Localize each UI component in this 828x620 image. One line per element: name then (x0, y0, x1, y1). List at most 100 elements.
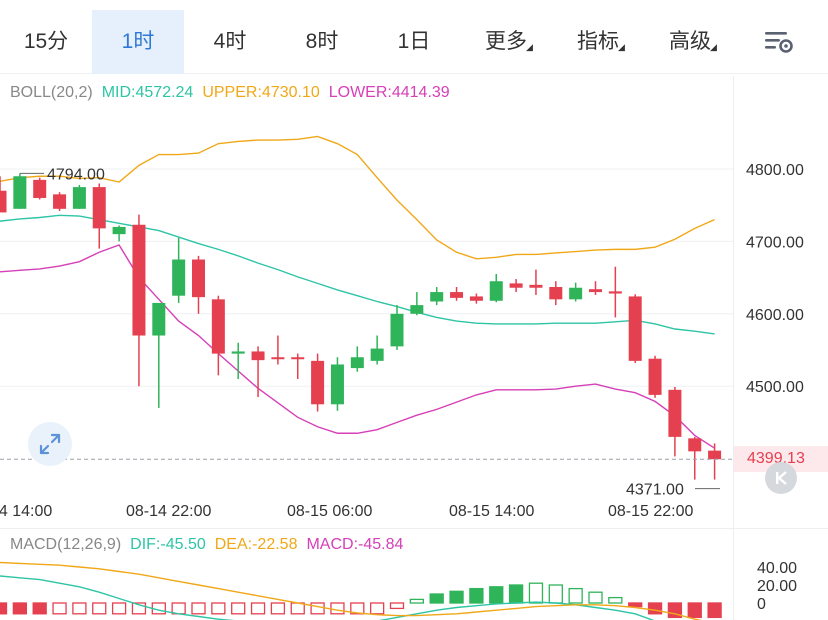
macd-histogram-bar (310, 602, 325, 615)
x-tick-label: 08-15 06:00 (287, 503, 373, 520)
candle-body (589, 289, 602, 293)
macd-histogram-bar (171, 602, 186, 615)
tab-indicators-dropdown[interactable]: 指标 ◢ (552, 10, 644, 74)
macd-histogram-bar (707, 602, 722, 619)
macd-histogram-bar (409, 598, 425, 604)
macd-histogram-bar (429, 593, 444, 604)
expand-arrows-icon (39, 433, 61, 455)
skip-to-end-icon (776, 471, 787, 485)
candlestick-chart[interactable]: 4800.00 4700.00 4600.00 4500.00 14 14:00 08-1… (0, 76, 828, 526)
tab-8h[interactable]: 8时 (276, 10, 368, 74)
dropdown-triangle-icon: ◢ (710, 42, 717, 52)
tab-label: 1时 (121, 30, 155, 53)
tab-15min[interactable]: 15分 (0, 10, 92, 74)
macd-histogram-bar (231, 602, 246, 615)
x-tick-label: 08-15 22:00 (608, 503, 694, 520)
timeframe-tabbar: 15分 1时 4时 8时 1日 更多 ◢ 指标 ◢ 高级 ◢ (0, 0, 828, 74)
fullscreen-button[interactable] (28, 422, 72, 466)
macd-histogram-bar (72, 602, 87, 615)
candle-body (549, 287, 563, 300)
scroll-to-latest-button[interactable] (765, 462, 797, 494)
boll-upper-line (0, 135, 715, 260)
y-tick-label: 4600.00 (746, 307, 804, 324)
tab-label: 15分 (23, 30, 69, 53)
macd-name: MACD(12,26,9) (10, 536, 122, 553)
macd-histogram-bar (469, 587, 484, 604)
candle-body (92, 187, 106, 229)
macd-y-tick-label: 0 (757, 596, 766, 613)
y-tick-label: 4700.00 (746, 234, 804, 251)
macd-histogram-bar (548, 584, 563, 604)
tab-label: 1日 (397, 30, 431, 53)
x-tick-label: 08-15 14:00 (449, 503, 535, 520)
macd-histogram-bar (647, 602, 663, 615)
candle-body (172, 259, 186, 296)
panel-divider (0, 528, 828, 529)
tab-1d[interactable]: 1日 (368, 10, 460, 74)
candle-body (132, 224, 146, 336)
macd-histogram-bar (508, 584, 524, 604)
macd-histogram-bar (290, 602, 305, 615)
macd-histogram-bar (628, 602, 643, 608)
candle-body (291, 357, 305, 360)
candle-body (350, 357, 364, 369)
tab-more-dropdown[interactable]: 更多 ◢ (460, 10, 552, 74)
macd-histogram-bar (687, 602, 702, 619)
candle-body (628, 296, 642, 361)
candle-body (311, 360, 325, 405)
candle-body (112, 226, 126, 235)
candle-body (410, 305, 424, 314)
macd-y-tick-label: 40.00 (757, 560, 797, 577)
candle-body (211, 299, 225, 354)
macd-histogram-bar (449, 590, 464, 604)
macd-histogram-bar (270, 602, 286, 615)
macd-histogram-bar (250, 602, 266, 615)
tab-1h[interactable]: 1时 (92, 10, 184, 74)
min-price-label: 4371.00 (626, 482, 684, 499)
tab-advanced-dropdown[interactable]: 高级 ◢ (644, 10, 736, 74)
candle-body (330, 364, 344, 405)
macd-dif-value: DIF:-45.50 (130, 536, 206, 553)
macd-histogram-bar (528, 582, 544, 604)
candle-body (509, 283, 523, 288)
macd-histogram-bar (588, 591, 603, 604)
candle-body (370, 348, 384, 361)
candle-body (390, 313, 404, 347)
x-tick-label: 14 14:00 (0, 503, 52, 520)
tab-label: 高级 (669, 30, 711, 53)
candle-body (489, 281, 503, 301)
tab-label: 指标 (577, 30, 619, 53)
candle-body (450, 292, 464, 298)
macd-histogram-bar (211, 602, 226, 615)
candle-body (688, 438, 702, 452)
candle-body (271, 357, 285, 360)
candle-body (469, 296, 483, 301)
macd-macd-value: MACD:-45.84 (306, 536, 404, 553)
candle-body (53, 194, 67, 209)
y-tick-label: 4500.00 (746, 379, 804, 396)
tab-4h[interactable]: 4时 (184, 10, 276, 74)
dropdown-triangle-icon: ◢ (526, 42, 533, 52)
candle-body (72, 187, 86, 209)
macd-histogram-bar (568, 587, 583, 604)
macd-histogram-bar (52, 602, 67, 615)
candle-body (192, 259, 205, 298)
macd-histogram-bar (330, 602, 345, 615)
candle-body (608, 291, 622, 294)
macd-dea-value: DEA:-22.58 (214, 536, 298, 553)
candle-body (231, 351, 245, 354)
macd-histogram-bar (389, 602, 405, 610)
macd-histogram-bar (92, 602, 107, 615)
tab-label: 8时 (305, 30, 339, 53)
macd-legend: MACD(12,26,9) DIF:-45.50 DEA:-22.58 MACD:-4… (10, 536, 403, 554)
macd-histogram-bar (191, 602, 206, 615)
candle-body (430, 292, 444, 302)
candle-body (708, 450, 722, 460)
price-axis-divider (733, 76, 734, 620)
max-price-label: 4794.00 (47, 166, 105, 183)
candle-body (251, 351, 265, 361)
candle-body (648, 358, 662, 395)
chart-settings-button[interactable] (762, 28, 796, 58)
macd-histogram-bar (111, 602, 127, 615)
boll-mid-line (0, 214, 715, 335)
